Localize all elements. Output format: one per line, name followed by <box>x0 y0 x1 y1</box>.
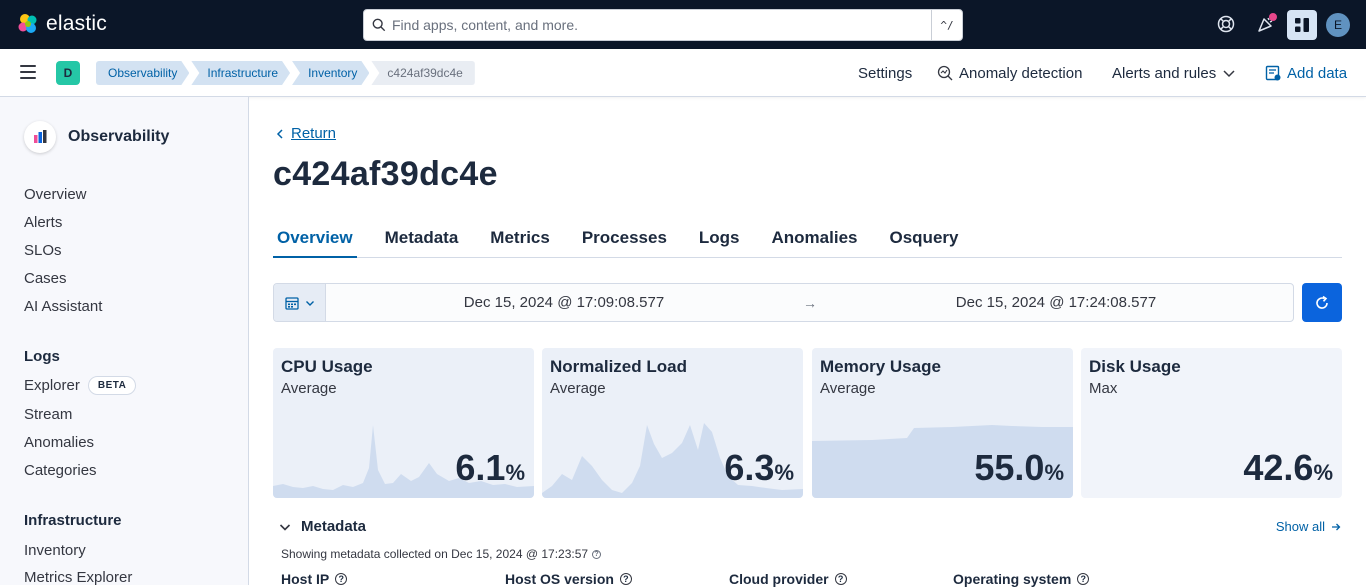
breadcrumb-infrastructure[interactable]: Infrastructure <box>191 61 290 85</box>
settings-link[interactable]: Settings <box>858 61 912 85</box>
kpi-card-normalized-load: Normalized Load Average 6.3% <box>542 348 803 498</box>
kpi-title: Disk Usage <box>1089 357 1181 376</box>
question-icon[interactable]: ? <box>834 573 847 585</box>
main-content: Return c424af39dc4e Overview Metadata Me… <box>249 97 1366 587</box>
sidebar-item-inventory[interactable]: Inventory <box>24 542 86 559</box>
spaces-apps-icon[interactable] <box>1287 10 1317 40</box>
question-icon[interactable]: ? <box>1077 573 1090 585</box>
space-avatar[interactable]: D <box>56 61 80 85</box>
show-all-link[interactable]: Show all <box>1276 519 1341 534</box>
sidebar-item-categories[interactable]: Categories <box>24 462 97 479</box>
sidebar-header: Observability <box>24 121 169 153</box>
chevron-down-icon <box>279 523 291 531</box>
chevron-left-icon <box>276 128 283 139</box>
tab-logs[interactable]: Logs <box>695 217 744 258</box>
chevron-down-icon <box>1223 70 1235 78</box>
kpi-subtitle: Average <box>820 380 876 397</box>
question-icon[interactable]: ? <box>335 573 348 585</box>
arrow-right-icon <box>1332 523 1341 530</box>
metadata-note: Showing metadata collected on Dec 15, 20… <box>281 547 602 561</box>
tab-anomalies[interactable]: Anomalies <box>768 217 862 258</box>
user-avatar[interactable]: E <box>1326 13 1350 37</box>
alerts-and-rules-menu[interactable]: Alerts and rules <box>1112 61 1236 85</box>
quick-select-button[interactable] <box>274 284 326 321</box>
tab-osquery[interactable]: Osquery <box>886 217 963 258</box>
date-range-picker: Dec 15, 2024 @ 17:09:08.577 → Dec 15, 20… <box>273 283 1294 322</box>
sidebar-item-cases[interactable]: Cases <box>24 270 67 287</box>
metadata-title: Metadata <box>301 518 367 535</box>
kpi-subtitle: Max <box>1089 380 1118 397</box>
help-icon[interactable] <box>1214 12 1238 36</box>
refresh-button[interactable] <box>1302 283 1342 322</box>
observability-logo-icon <box>24 121 56 153</box>
elastic-logo-icon <box>18 14 37 33</box>
chevron-down-icon <box>305 300 314 306</box>
global-search[interactable]: ^/ <box>363 9 963 41</box>
sidebar-group-infrastructure: Infrastructure <box>24 512 122 529</box>
sidebar-group-logs: Logs <box>24 348 60 365</box>
start-date[interactable]: Dec 15, 2024 @ 17:09:08.577 <box>326 294 802 311</box>
kpi-value: 42.6% <box>1243 447 1333 488</box>
search-input[interactable] <box>392 17 922 33</box>
hamburger-menu-icon[interactable] <box>20 65 36 81</box>
beta-badge: BETA <box>87 376 137 395</box>
host-tabs: Overview Metadata Metrics Processes Logs… <box>273 217 1342 258</box>
breadcrumb: Observability Infrastructure Inventory c… <box>96 61 477 85</box>
kpi-value: 6.1% <box>455 447 525 488</box>
anomaly-icon <box>937 65 953 81</box>
calendar-icon <box>284 296 299 310</box>
question-icon[interactable]: ? <box>619 573 632 585</box>
sidebar-item-explorer[interactable]: Explorer BETA <box>24 376 137 395</box>
end-date[interactable]: Dec 15, 2024 @ 17:24:08.577 <box>818 294 1294 311</box>
return-link[interactable]: Return <box>275 125 336 142</box>
kpi-card-cpu: CPU Usage Average 6.1% <box>273 348 534 498</box>
news-notification-dot <box>1269 13 1277 21</box>
kpi-card-disk: Disk Usage Max 42.6% <box>1081 348 1342 498</box>
sidebar-item-ai-assistant[interactable]: AI Assistant <box>24 298 102 315</box>
sidebar-item-metrics-explorer[interactable]: Metrics Explorer <box>24 569 132 586</box>
tab-processes[interactable]: Processes <box>578 217 671 258</box>
side-navigation: Observability Overview Alerts SLOs Cases… <box>0 97 249 586</box>
tab-overview[interactable]: Overview <box>273 217 357 258</box>
sidebar-item-anomalies[interactable]: Anomalies <box>24 434 94 451</box>
search-icon <box>372 18 386 32</box>
kpi-cards: CPU Usage Average 6.1% Normalized Load A… <box>273 348 1342 498</box>
sidebar-item-slos[interactable]: SLOs <box>24 242 62 259</box>
sidebar-title: Observability <box>68 128 170 145</box>
kpi-value: 6.3% <box>724 447 794 488</box>
brand-name: elastic <box>46 12 107 35</box>
search-shortcut: ^/ <box>931 10 962 40</box>
kpi-subtitle: Average <box>550 380 606 397</box>
tab-metrics[interactable]: Metrics <box>486 217 554 258</box>
kpi-value: 55.0% <box>974 447 1064 488</box>
breadcrumb-inventory[interactable]: Inventory <box>292 61 369 85</box>
sidebar-item-stream[interactable]: Stream <box>24 406 72 423</box>
sidebar-item-alerts[interactable]: Alerts <box>24 214 62 231</box>
info-icon[interactable]: ? <box>592 549 602 559</box>
kpi-title: CPU Usage <box>281 357 373 376</box>
add-data-icon <box>1265 65 1281 81</box>
anomaly-detection-link[interactable]: Anomaly detection <box>937 61 1082 85</box>
kpi-subtitle: Average <box>281 380 337 397</box>
global-header: elastic ^/ E <box>0 0 1366 49</box>
add-data-button[interactable]: Add data <box>1265 61 1347 85</box>
breadcrumb-current-host: c424af39dc4e <box>371 61 475 85</box>
news-icon[interactable] <box>1254 12 1278 36</box>
sidebar-item-overview[interactable]: Overview <box>24 186 87 203</box>
page-title: c424af39dc4e <box>273 155 498 193</box>
metadata-section-toggle[interactable]: Metadata <box>279 518 366 535</box>
breadcrumb-observability[interactable]: Observability <box>96 61 189 85</box>
kpi-card-memory: Memory Usage Average 55.0% <box>812 348 1073 498</box>
arrow-right-icon: → <box>803 294 817 311</box>
tab-metadata[interactable]: Metadata <box>381 217 463 258</box>
kpi-title: Normalized Load <box>550 357 687 376</box>
elastic-logo[interactable]: elastic <box>16 12 107 36</box>
kpi-title: Memory Usage <box>820 357 941 376</box>
refresh-icon <box>1316 295 1328 309</box>
